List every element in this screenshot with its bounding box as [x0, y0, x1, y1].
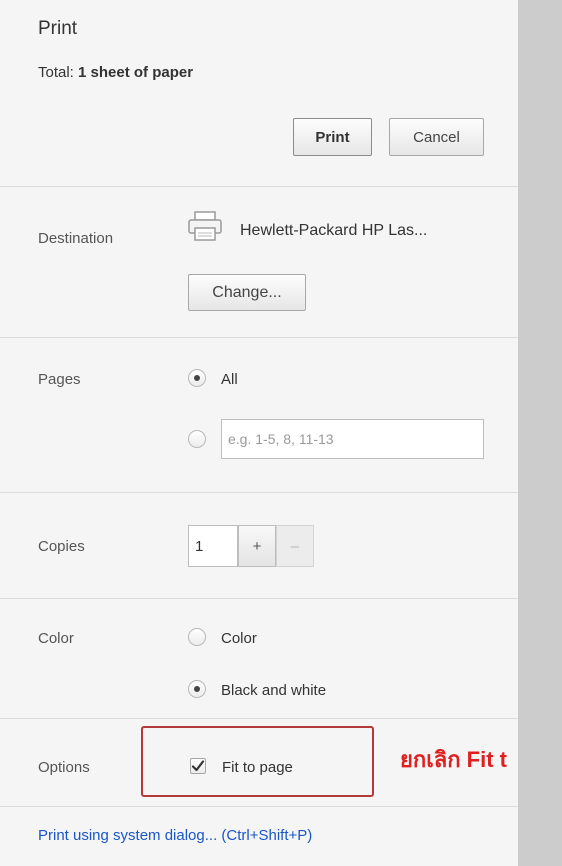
- print-button[interactable]: Print: [293, 118, 372, 156]
- copies-decrement-button[interactable]: –: [276, 525, 314, 567]
- printer-name: Hewlett-Packard HP Las...: [240, 222, 428, 239]
- print-settings-panel: Print Total: 1 sheet of paper Print Canc…: [0, 0, 518, 866]
- pages-label: Pages: [38, 371, 81, 388]
- destination-label: Destination: [38, 230, 114, 247]
- summary-label: Total:: [38, 64, 74, 81]
- dialog-title: Print: [38, 18, 78, 39]
- system-dialog-link[interactable]: Print using system dialog... (Ctrl+Shift…: [38, 827, 312, 844]
- copies-increment-button[interactable]: +: [238, 525, 276, 567]
- copies-input[interactable]: [188, 525, 238, 567]
- radio-dot-icon: [194, 686, 200, 692]
- divider: [0, 598, 518, 599]
- color-option-label[interactable]: Color: [221, 630, 257, 647]
- preview-scroll-area[interactable]: [518, 0, 562, 866]
- divider: [0, 718, 518, 719]
- printer-icon: [186, 209, 226, 248]
- black-and-white-label[interactable]: Black and white: [221, 682, 326, 699]
- pages-all-label[interactable]: All: [221, 371, 238, 388]
- color-option-radio[interactable]: [188, 628, 206, 646]
- pages-all-radio[interactable]: [188, 369, 206, 387]
- divider: [0, 186, 518, 187]
- radio-dot-icon: [194, 375, 200, 381]
- divider: [0, 337, 518, 338]
- divider: [0, 806, 518, 807]
- divider: [0, 492, 518, 493]
- summary-value: 1 sheet of paper: [78, 64, 194, 81]
- pages-custom-input[interactable]: [221, 419, 484, 459]
- pages-custom-radio[interactable]: [188, 430, 206, 448]
- black-and-white-radio[interactable]: [188, 680, 206, 698]
- options-label: Options: [38, 759, 90, 776]
- annotation-text: ยกเลิก Fit t: [400, 747, 507, 772]
- copies-label: Copies: [38, 538, 85, 555]
- cancel-button[interactable]: Cancel: [389, 118, 484, 156]
- color-label: Color: [38, 630, 74, 647]
- annotation-highlight-box: [141, 726, 374, 797]
- change-destination-button[interactable]: Change...: [188, 274, 306, 311]
- sheet-summary: Total: 1 sheet of paper: [38, 64, 193, 81]
